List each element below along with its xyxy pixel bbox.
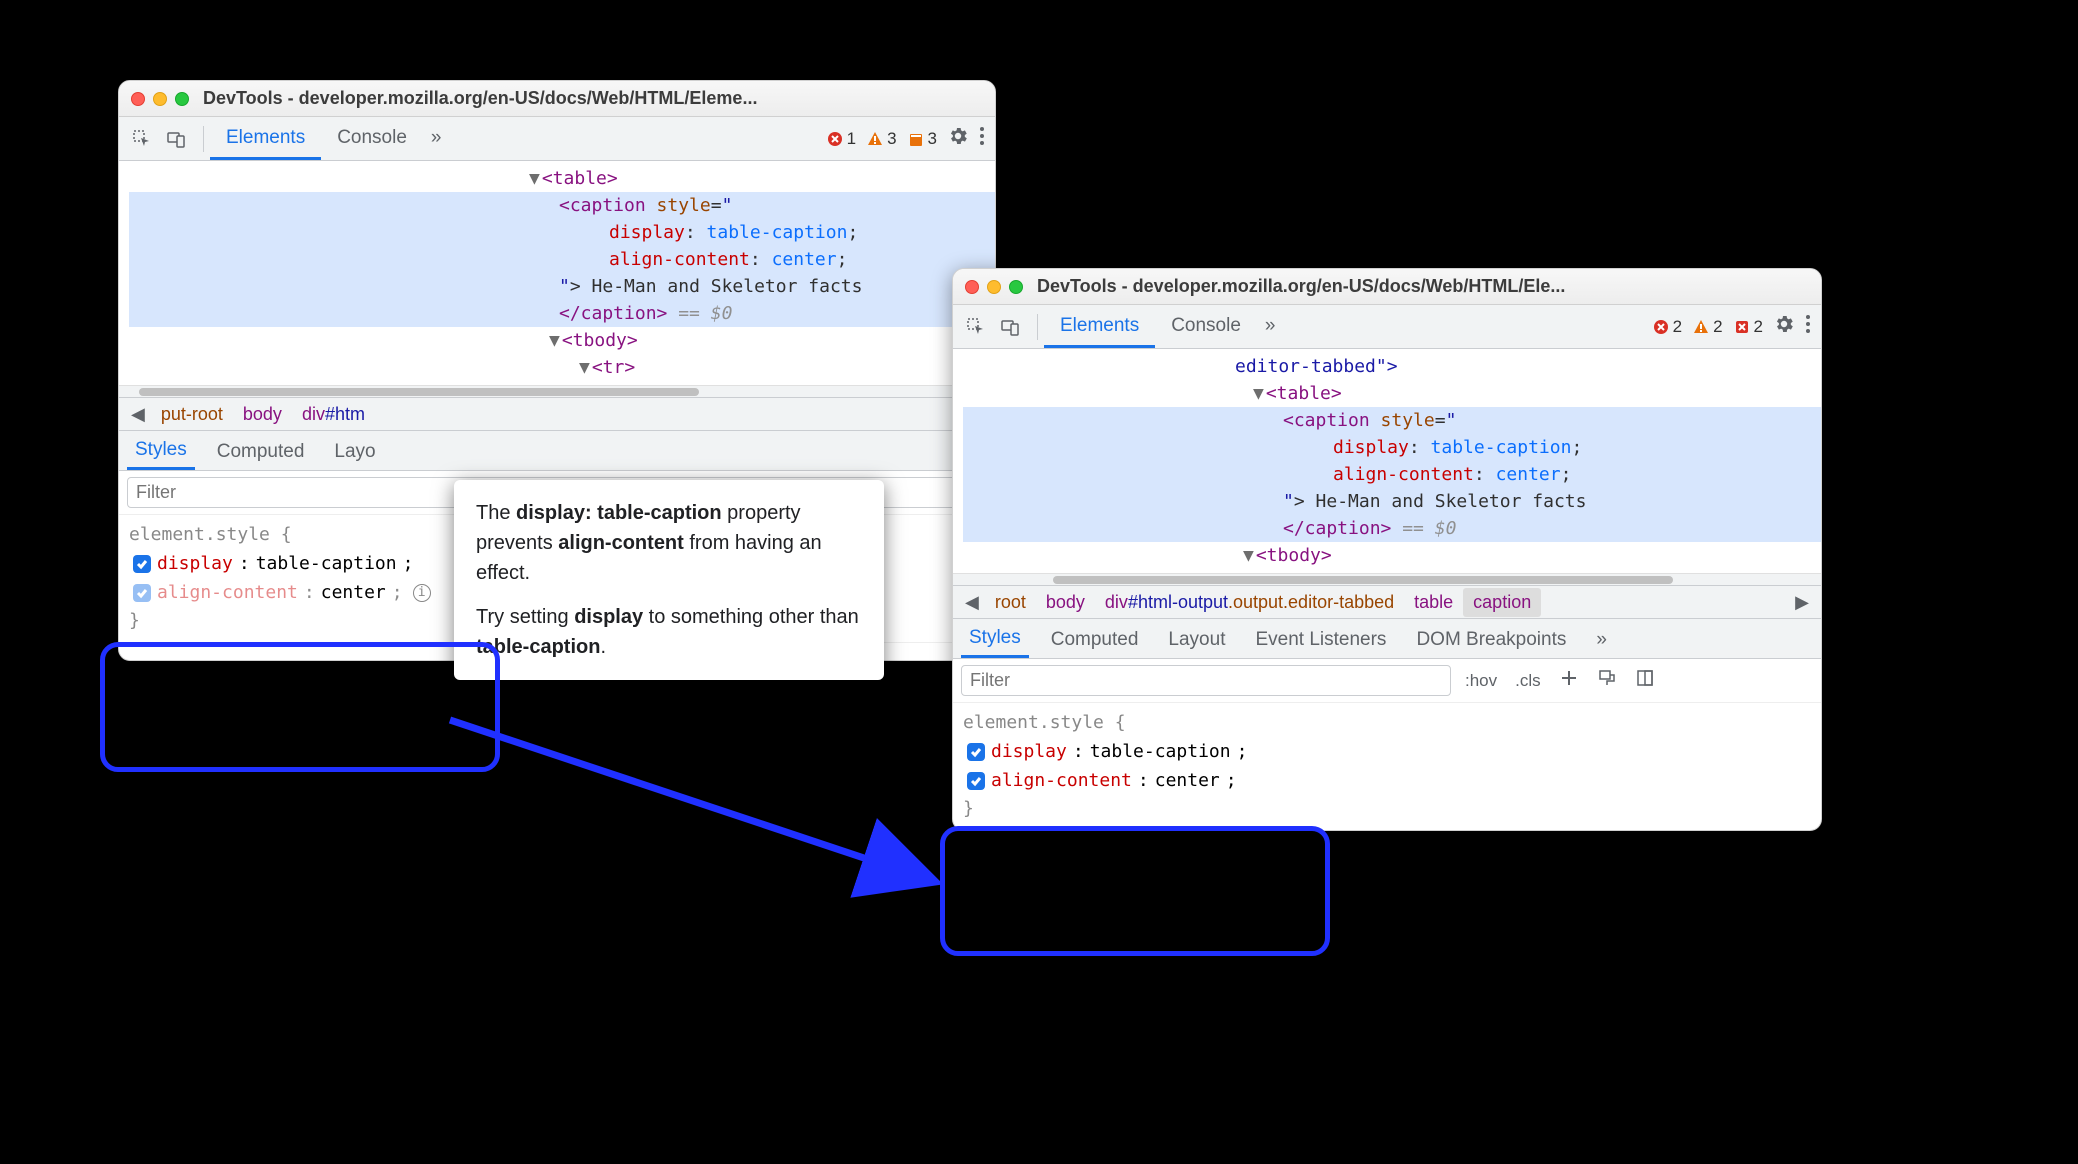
titlebar[interactable]: DevTools - developer.mozilla.org/en-US/d… bbox=[119, 81, 995, 117]
subtab-layout[interactable]: Layout bbox=[1160, 621, 1233, 657]
fullscreen-window[interactable] bbox=[1009, 280, 1023, 294]
settings-icon[interactable] bbox=[1773, 313, 1795, 341]
subtab-styles[interactable]: Styles bbox=[961, 619, 1029, 658]
issues-badge[interactable]: 3 bbox=[907, 129, 937, 149]
disclosure-triangle-icon[interactable]: ▼ bbox=[1243, 545, 1254, 566]
css-declaration[interactable]: display: table-caption; bbox=[963, 738, 1811, 767]
subtab-layout[interactable]: Layo bbox=[326, 433, 383, 469]
disclosure-triangle-icon[interactable]: ▼ bbox=[529, 168, 540, 189]
window-title: DevTools - developer.mozilla.org/en-US/d… bbox=[1037, 276, 1565, 297]
device-toggle-icon[interactable] bbox=[163, 126, 189, 152]
breadcrumb-item[interactable]: body bbox=[1036, 588, 1095, 617]
breadcrumb: ◀ root body div#html-output.output.edito… bbox=[953, 585, 1821, 619]
close-window[interactable] bbox=[965, 280, 979, 294]
breadcrumb-back-icon[interactable]: ◀ bbox=[959, 592, 985, 613]
disclosure-triangle-icon[interactable]: ▼ bbox=[549, 330, 560, 351]
horizontal-scrollbar[interactable] bbox=[119, 385, 995, 397]
breadcrumb-item[interactable]: div#html-output.output.editor-tabbed bbox=[1095, 588, 1404, 617]
subtab-dom-breakpoints[interactable]: DOM Breakpoints bbox=[1408, 621, 1574, 657]
breadcrumb-item[interactable]: put-root bbox=[151, 400, 233, 429]
tab-elements[interactable]: Elements bbox=[210, 117, 321, 160]
cls-toggle[interactable]: .cls bbox=[1511, 669, 1545, 693]
inspect-icon[interactable] bbox=[129, 126, 155, 152]
toggle-declaration-checkbox[interactable] bbox=[967, 743, 985, 761]
close-window[interactable] bbox=[131, 92, 145, 106]
paint-icon[interactable] bbox=[1593, 666, 1621, 695]
kebab-menu-icon[interactable] bbox=[979, 125, 985, 153]
styles-subtabs: Styles Computed Layo bbox=[119, 431, 995, 471]
styles-filter-input[interactable] bbox=[961, 665, 1451, 696]
titlebar[interactable]: DevTools - developer.mozilla.org/en-US/d… bbox=[953, 269, 1821, 305]
styles-subtabs: Styles Computed Layout Event Listeners D… bbox=[953, 619, 1821, 659]
tab-elements[interactable]: Elements bbox=[1044, 305, 1155, 348]
dom-tree[interactable]: ▼<table> <caption style=" display: table… bbox=[119, 161, 995, 385]
dom-tree[interactable]: editor-tabbed"> ▼<table> <caption style=… bbox=[953, 349, 1821, 573]
window-title: DevTools - developer.mozilla.org/en-US/d… bbox=[203, 88, 757, 109]
tab-console[interactable]: Console bbox=[1155, 305, 1257, 348]
subtab-computed[interactable]: Computed bbox=[1043, 621, 1147, 657]
toggle-declaration-checkbox[interactable] bbox=[133, 555, 151, 573]
styles-pane[interactable]: element.style { display: table-caption; … bbox=[953, 703, 1821, 830]
tabs-more[interactable]: » bbox=[1257, 305, 1284, 348]
horizontal-scrollbar[interactable] bbox=[953, 573, 1821, 585]
warnings-badge[interactable]: 2 bbox=[1692, 317, 1722, 337]
info-icon[interactable]: i bbox=[413, 584, 431, 602]
subtab-event-listeners[interactable]: Event Listeners bbox=[1247, 621, 1394, 657]
tab-console[interactable]: Console bbox=[321, 117, 423, 160]
breadcrumb-item[interactable]: div#htm bbox=[292, 400, 375, 429]
fullscreen-window[interactable] bbox=[175, 92, 189, 106]
new-style-rule-icon[interactable] bbox=[1555, 666, 1583, 695]
toggle-declaration-checkbox[interactable] bbox=[967, 772, 985, 790]
css-hint-tooltip: The display: table-caption property prev… bbox=[454, 480, 884, 680]
css-declaration[interactable]: align-content: center; bbox=[963, 767, 1811, 796]
issues-badge[interactable]: 2 bbox=[1733, 317, 1763, 337]
device-toggle-icon[interactable] bbox=[997, 314, 1023, 340]
subtabs-more[interactable]: » bbox=[1588, 621, 1615, 657]
hov-toggle[interactable]: :hov bbox=[1461, 669, 1501, 693]
tabs-more[interactable]: » bbox=[423, 117, 450, 160]
devtools-toolbar: Elements Console » 1 3 3 bbox=[119, 117, 995, 161]
computed-panel-icon[interactable] bbox=[1631, 666, 1659, 695]
breadcrumb: ◀ put-root body div#htm bbox=[119, 397, 995, 431]
toggle-declaration-checkbox[interactable] bbox=[133, 584, 151, 602]
disclosure-triangle-icon[interactable]: ▼ bbox=[1253, 383, 1264, 404]
errors-badge[interactable]: 2 bbox=[1652, 317, 1682, 337]
breadcrumb-item[interactable]: table bbox=[1404, 588, 1463, 617]
rule-selector: element.style { bbox=[963, 709, 1811, 738]
subtab-computed[interactable]: Computed bbox=[209, 433, 313, 469]
errors-badge[interactable]: 1 bbox=[826, 129, 856, 149]
devtools-toolbar: Elements Console » 2 2 2 bbox=[953, 305, 1821, 349]
breadcrumb-item[interactable]: caption bbox=[1463, 588, 1541, 617]
kebab-menu-icon[interactable] bbox=[1805, 313, 1811, 341]
breadcrumb-back-icon[interactable]: ◀ bbox=[125, 404, 151, 425]
breadcrumb-item[interactable]: body bbox=[233, 400, 292, 429]
settings-icon[interactable] bbox=[947, 125, 969, 153]
warnings-badge[interactable]: 3 bbox=[866, 129, 896, 149]
disclosure-triangle-icon[interactable]: ▼ bbox=[579, 357, 590, 378]
subtab-styles[interactable]: Styles bbox=[127, 431, 195, 470]
breadcrumb-forward-icon[interactable]: ▶ bbox=[1789, 592, 1815, 613]
minimize-window[interactable] bbox=[153, 92, 167, 106]
inspect-icon[interactable] bbox=[963, 314, 989, 340]
breadcrumb-item[interactable]: root bbox=[985, 588, 1036, 617]
minimize-window[interactable] bbox=[987, 280, 1001, 294]
